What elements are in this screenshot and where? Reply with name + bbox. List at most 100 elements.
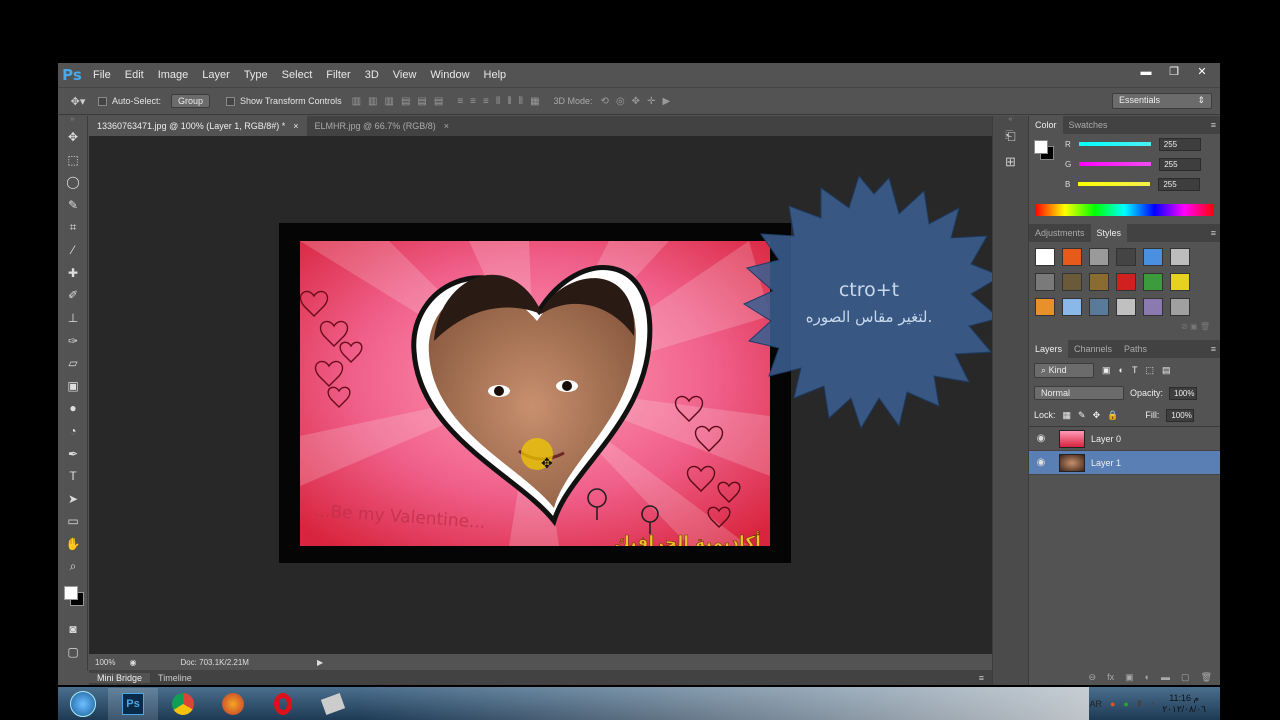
menu-window[interactable]: Window <box>423 63 476 87</box>
distribute-bottom-icon[interactable]: ≡ <box>483 96 489 107</box>
filter-pixel-icon[interactable]: ▣ <box>1102 365 1111 376</box>
collapse-icon[interactable]: » <box>58 116 87 126</box>
restore-button[interactable]: ❐ <box>1162 63 1186 81</box>
clock[interactable]: 11:16 م ٢٠١٢/٠٨/٠٦ <box>1162 693 1206 715</box>
menu-image[interactable]: Image <box>151 63 196 87</box>
3d-slide-icon[interactable]: ✛ <box>647 96 655 107</box>
slider-r[interactable]: R 255 <box>1065 134 1201 154</box>
volume-icon[interactable]: ♪ <box>1150 699 1155 709</box>
menu-view[interactable]: View <box>386 63 424 87</box>
pen-tool-icon[interactable]: ✒ <box>58 442 88 465</box>
align-bottom-icon[interactable]: ▥ <box>385 96 394 107</box>
zoom-tool-icon[interactable]: ⌕ <box>58 555 88 578</box>
hand-tool-icon[interactable]: ✋ <box>58 533 88 556</box>
tray-icon[interactable]: ● <box>1110 699 1115 709</box>
crop-tool-icon[interactable]: ⌗ <box>58 216 88 239</box>
shape-tool-icon[interactable]: ▭ <box>58 510 88 533</box>
panel-menu-icon[interactable]: ≡ <box>1211 224 1220 242</box>
style-swatch[interactable] <box>1089 248 1109 266</box>
3d-drag-icon[interactable]: ✥ <box>632 96 640 107</box>
brush-tool-icon[interactable]: ✐ <box>58 284 88 307</box>
style-swatch[interactable] <box>1062 298 1082 316</box>
taskbar-photoshop[interactable]: Ps <box>108 687 158 720</box>
visibility-eye-icon[interactable]: ◉ <box>1029 457 1053 468</box>
fx-icon[interactable]: fx <box>1107 672 1114 683</box>
tray-icon[interactable]: ● <box>1123 699 1128 709</box>
filter-adjust-icon[interactable]: ◐ <box>1119 365 1124 375</box>
tab-close-icon[interactable]: × <box>293 116 298 136</box>
healing-tool-icon[interactable]: ✚ <box>58 262 88 285</box>
new-style-icon[interactable]: ▣ <box>1190 322 1198 331</box>
lasso-tool-icon[interactable]: ◯ <box>58 171 88 194</box>
3d-roll-icon[interactable]: ◎ <box>616 96 625 107</box>
style-swatch[interactable] <box>1116 248 1136 266</box>
start-button[interactable] <box>58 688 108 720</box>
doc-size[interactable]: Doc: 703.1K/2.21M <box>180 658 248 667</box>
tab-mini-bridge[interactable]: Mini Bridge <box>89 672 151 683</box>
distribute-left-icon[interactable]: ⦀ <box>496 96 500 107</box>
delete-style-icon[interactable]: 🗑 <box>1200 322 1210 331</box>
marquee-tool-icon[interactable]: ⬚ <box>58 149 88 172</box>
r-slider-track[interactable] <box>1078 142 1151 146</box>
tab-document-1[interactable]: 13360763471.jpg @ 100% (Layer 1, RGB/8#)… <box>89 116 307 136</box>
b-value[interactable]: 255 <box>1158 177 1201 191</box>
foreground-color[interactable] <box>1034 140 1048 154</box>
g-value[interactable]: 255 <box>1159 157 1202 171</box>
3d-rotate-icon[interactable]: ⟲ <box>601 96 609 107</box>
group-dropdown[interactable]: Group <box>171 94 211 108</box>
panel-menu-icon[interactable]: ≡ <box>1211 116 1220 134</box>
style-swatch[interactable] <box>1035 298 1055 316</box>
path-select-tool-icon[interactable]: ➤ <box>58 488 88 511</box>
layer-row[interactable]: ◉ Layer 1 <box>1029 451 1220 475</box>
move-tool-icon[interactable]: ✥ <box>58 126 88 149</box>
style-swatch[interactable] <box>1089 298 1109 316</box>
tab-paths[interactable]: Paths <box>1118 340 1153 358</box>
r-value[interactable]: 255 <box>1158 137 1201 151</box>
collapse-icon[interactable]: « <box>993 116 1028 128</box>
stamp-tool-icon[interactable]: ⊥ <box>58 307 88 330</box>
kind-filter-dropdown[interactable]: ⌕ Kind <box>1034 362 1094 378</box>
type-tool-icon[interactable]: T <box>58 465 88 488</box>
quick-select-tool-icon[interactable]: ✎ <box>58 194 88 217</box>
filter-type-icon[interactable]: T <box>1132 365 1138 375</box>
tab-styles[interactable]: Styles <box>1090 224 1128 242</box>
filter-smart-icon[interactable]: ▤ <box>1162 365 1171 376</box>
style-swatch[interactable] <box>1035 248 1055 266</box>
foreground-color[interactable] <box>64 585 78 600</box>
panel-menu-icon[interactable]: ≡ <box>1211 340 1220 358</box>
fill-input[interactable]: 100% <box>1166 408 1195 422</box>
style-swatch[interactable] <box>1143 273 1163 291</box>
style-swatch[interactable] <box>1116 298 1136 316</box>
delete-layer-icon[interactable]: 🗑 <box>1201 672 1212 683</box>
blur-tool-icon[interactable]: ● <box>58 397 88 420</box>
align-left-icon[interactable]: ▤ <box>401 96 410 107</box>
tab-swatches[interactable]: Swatches <box>1063 116 1114 134</box>
language-indicator[interactable]: AR <box>1089 699 1102 709</box>
minimize-button[interactable]: ▬ <box>1134 63 1158 81</box>
new-layer-icon[interactable]: ▢ <box>1181 672 1190 683</box>
new-group-icon[interactable]: ▬ <box>1161 672 1170 683</box>
menu-3d[interactable]: 3D <box>358 63 386 87</box>
panel-menu-icon[interactable]: ≡ <box>971 673 992 683</box>
style-swatch[interactable] <box>1143 248 1163 266</box>
history-panel-icon[interactable]: ⎗ <box>993 128 1028 154</box>
style-swatch[interactable] <box>1170 273 1190 291</box>
lock-all-icon[interactable]: 🔒 <box>1107 410 1118 421</box>
show-transform-checkbox[interactable] <box>226 96 236 106</box>
play-icon[interactable]: ▶ <box>317 658 323 667</box>
style-swatch[interactable] <box>1170 298 1190 316</box>
canvas-area[interactable]: ...Be my Valentine... أكاديمية الجرافيك … <box>89 136 1003 654</box>
menu-layer[interactable]: Layer <box>195 63 237 87</box>
tab-color[interactable]: Color <box>1029 116 1063 134</box>
adjustment-layer-icon[interactable]: ◐ <box>1145 672 1150 683</box>
lock-move-icon[interactable]: ✥ <box>1093 410 1101 421</box>
layer-row[interactable]: ◉ Layer 0 <box>1029 427 1220 451</box>
style-swatch[interactable] <box>1062 248 1082 266</box>
slider-b[interactable]: B 255 <box>1065 174 1201 194</box>
layer-name[interactable]: Layer 0 <box>1091 434 1121 444</box>
zoom-level[interactable]: 100% <box>95 658 115 667</box>
tab-channels[interactable]: Channels <box>1068 340 1118 358</box>
style-swatch[interactable] <box>1035 273 1055 291</box>
align-right-icon[interactable]: ▤ <box>434 96 443 107</box>
screen-mode-icon[interactable]: ▢ <box>58 640 88 663</box>
